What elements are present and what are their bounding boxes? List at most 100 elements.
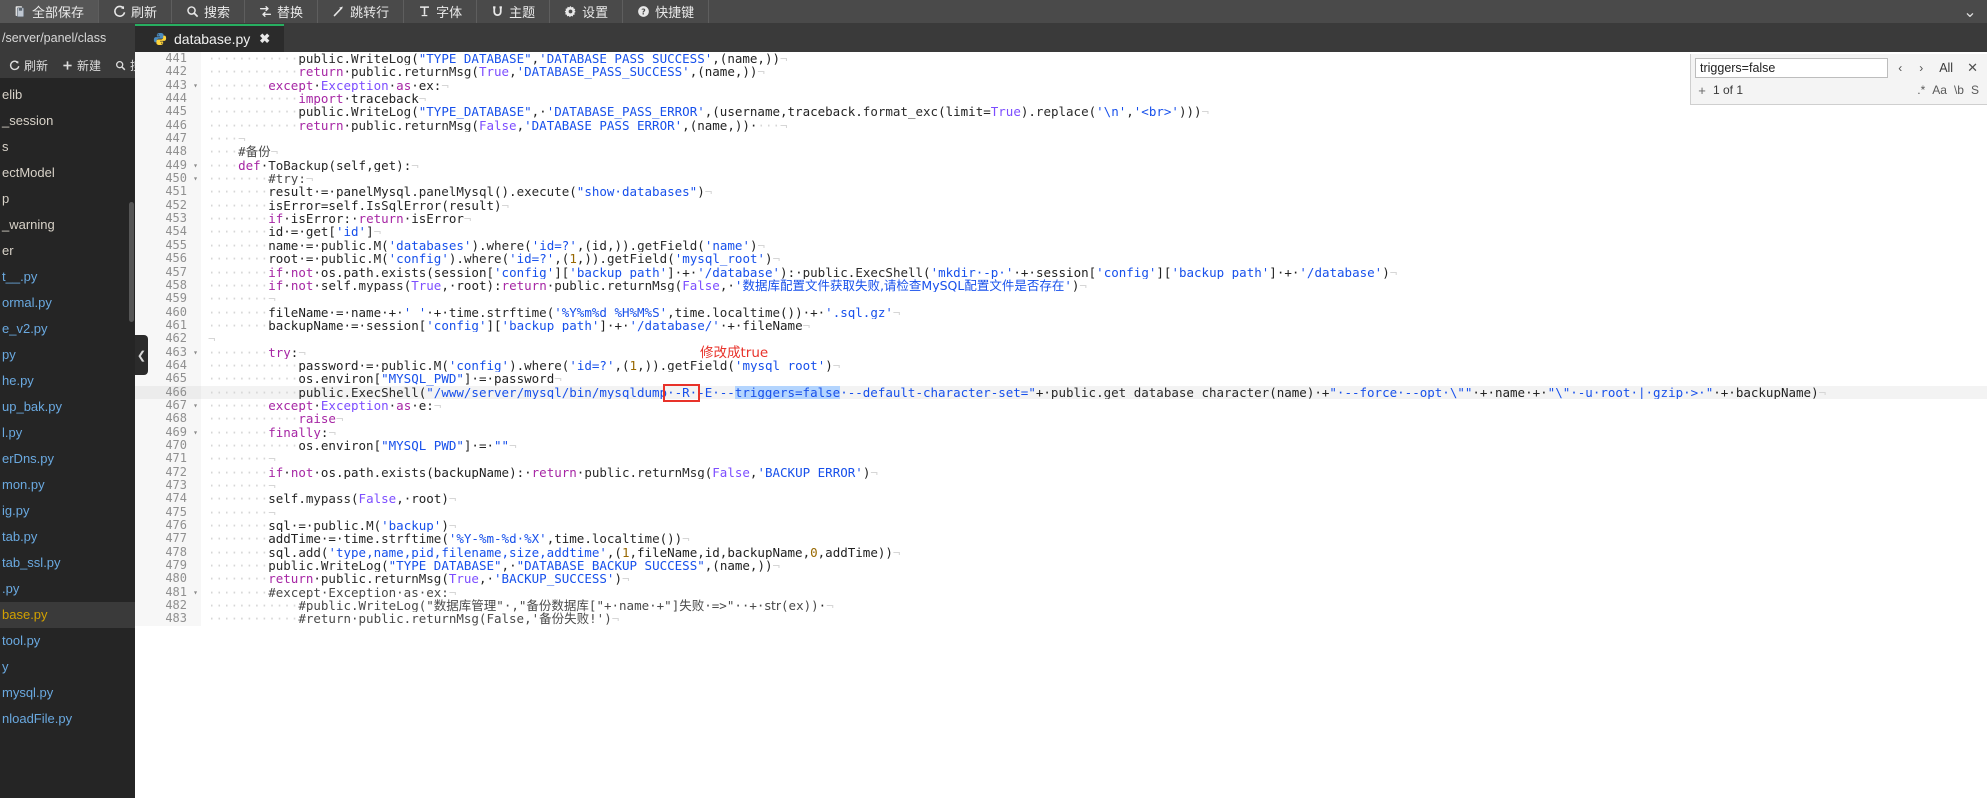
code-text[interactable]: ········id·=·get['id']¬ [201,225,1987,238]
code-text[interactable]: ········self.mypass(False,·root)¬ [201,492,1987,505]
code-line[interactable]: 470 ············os.environ["MYSQL_PWD"]·=… [135,438,1987,453]
code-line[interactable]: 445 ············public.WriteLog("TYPE_DAT… [135,105,1987,119]
code-text[interactable]: ····¬ [201,132,1987,145]
code-line[interactable]: 464 ············password·=·public.M('conf… [135,358,1987,373]
close-icon[interactable]: ✕ [1962,60,1983,76]
file-list-item[interactable]: _warning [0,212,135,238]
code-text[interactable]: ········if·isError:·return·isError¬ [201,212,1987,225]
code-text[interactable]: ········public.WriteLog("TYPE_DATABASE",… [201,559,1987,572]
code-text[interactable]: ········except·Exception·as·e:¬ [201,399,1987,412]
toolbar-item-shortcuts[interactable]: ? 快捷键 [623,0,710,23]
code-line[interactable]: 467 ▾ ········except·Exception·as·e:¬ [135,398,1987,413]
file-list-item[interactable]: nloadFile.py [0,706,135,732]
code-text[interactable]: ········sql.add('type,name,pid,filename,… [201,546,1987,559]
file-list-item[interactable]: tab.py [0,524,135,550]
code-text[interactable]: ········backupName·=·session['config']['… [201,319,1987,332]
code-line[interactable]: 466 ············public.ExecShell("/www/se… [135,385,1987,399]
match-case-flag[interactable]: Aa [1932,83,1947,97]
file-list-item[interactable]: ectModel [0,160,135,186]
code-text[interactable]: ············os.environ["MYSQL_PWD"]·=·pa… [201,372,1987,385]
code-text[interactable]: ············password·=·public.M('config'… [201,359,1987,372]
search-all-button[interactable]: All [1933,61,1959,75]
toolbar-item-refresh[interactable]: 刷新 [99,0,173,23]
code-line[interactable]: 474 ········self.mypass(False,·root)¬ [135,491,1987,506]
file-list-item[interactable]: e_v2.py [0,316,135,342]
file-list-item[interactable]: y [0,654,135,680]
code-line[interactable]: 471 ········¬ [135,451,1987,466]
code-line[interactable]: 458 ········if·not·self.mypass(True,·root… [135,278,1987,293]
chevron-down-icon[interactable]: ⌄ [1953,0,1987,23]
code-text[interactable]: ········name·=·public.M('databases').whe… [201,239,1987,252]
code-text[interactable]: ········#except·Exception·as·ex:¬ [201,586,1987,599]
file-list-item[interactable]: mon.py [0,472,135,498]
file-list-item[interactable]: er [0,238,135,264]
file-list-item[interactable]: ormal.py [0,290,135,316]
code-line[interactable]: 450 ▾ ········#try:¬ [135,171,1987,186]
toolbar-item-save-all[interactable]: 全部保存 [0,0,100,23]
code-text[interactable]: ········isError=self.IsSqlError(result)¬ [201,199,1987,212]
toolbar-item-replace[interactable]: 替换 [245,0,319,23]
file-list-item[interactable]: base.py [0,602,135,628]
tab-database-py[interactable]: database.py ✖ [135,24,285,52]
sidebar-refresh-button[interactable]: 刷新 [2,57,55,74]
file-list-item[interactable]: s [0,134,135,160]
file-list-item[interactable]: erDns.py [0,446,135,472]
regex-flag[interactable]: .* [1917,83,1925,97]
fold-toggle-icon[interactable]: ▾ [190,78,201,93]
file-list-item[interactable]: tab_ssl.py [0,550,135,576]
file-list-item[interactable]: he.py [0,368,135,394]
code-line[interactable]: 461 ········backupName·=·session['config'… [135,318,1987,333]
code-line[interactable]: 479 ········public.WriteLog("TYPE_DATABAS… [135,558,1987,573]
toolbar-item-theme[interactable]: 主题 [477,0,551,23]
code-line[interactable]: 460 ········fileName·=·name·+·'_'·+·time.… [135,305,1987,319]
code-line[interactable]: 451 ········result·=·panelMysql.panelMysq… [135,185,1987,199]
code-text[interactable]: ········root·=·public.M('config').where(… [201,252,1987,265]
fold-toggle-icon[interactable]: ▾ [190,345,201,359]
search-prev-button[interactable]: ‹ [1891,58,1909,78]
fold-toggle-icon[interactable]: ▾ [190,398,201,413]
fold-toggle-icon[interactable]: ▾ [190,585,201,600]
code-line[interactable]: 456 ········root·=·public.M('config').whe… [135,251,1987,266]
expand-replace-icon[interactable]: + [1695,83,1709,98]
whole-word-flag[interactable]: \b [1954,83,1964,97]
file-list-item[interactable]: up_bak.py [0,394,135,420]
toolbar-item-font[interactable]: 字体 [404,0,478,23]
code-text[interactable]: ········addTime·=·time.strftime('%Y-%m-%… [201,532,1987,545]
code-line[interactable]: 448 ····#备份¬ [135,145,1987,159]
code-lines[interactable]: 441 ············public.WriteLog("TYPE_DAT… [135,52,1987,798]
toolbar-item-settings[interactable]: 设置 [550,0,624,23]
code-line[interactable]: 468 ············raise¬ [135,411,1987,426]
code-text[interactable]: ········finally:¬ [201,426,1987,439]
toolbar-item-goto-line[interactable]: 跳转行 [318,0,405,23]
code-text[interactable]: ········¬ [201,506,1987,519]
code-line[interactable]: 472 ········if·not·os.path.exists(backupN… [135,465,1987,479]
code-text[interactable]: ········result·=·panelMysql.panelMysql()… [201,185,1987,198]
code-text[interactable]: ¬ [201,332,1987,345]
code-text[interactable]: ········if·not·os.path.exists(backupName… [201,466,1987,479]
code-line[interactable]: 454 ········id·=·get['id']¬ [135,225,1987,239]
code-line[interactable]: 446 ············return·public.returnMsg(F… [135,118,1987,133]
code-text[interactable]: ············os.environ["MYSQL_PWD"]·=·""… [201,439,1987,452]
sidebar-collapse-handle[interactable]: ❮ [135,335,148,375]
code-line[interactable]: 449 ▾ ····def·ToBackup(self,get):¬ [135,158,1987,173]
code-line[interactable]: 455 ········name·=·public.M('databases').… [135,238,1987,253]
code-editor[interactable]: 441 ············public.WriteLog("TYPE_DAT… [135,52,1987,798]
code-line[interactable]: 480 ········return·public.returnMsg(True,… [135,572,1987,586]
code-text[interactable]: ········¬ [201,479,1987,492]
code-line[interactable]: 475 ········¬ [135,505,1987,520]
code-line[interactable]: 482 ············#public.WriteLog("数据库管理"·… [135,598,1987,613]
code-line[interactable]: 459 ········¬ [135,291,1987,306]
code-line[interactable]: 462 ¬ [135,331,1987,346]
code-text[interactable]: ········try:¬ [201,346,1987,359]
code-line[interactable]: 447 ····¬ [135,131,1987,146]
file-list-item[interactable]: _session [0,108,135,134]
file-list-item[interactable]: p [0,186,135,212]
code-text[interactable]: ············return·public.returnMsg(Fals… [201,119,1987,132]
file-list-item[interactable]: elib [0,82,135,108]
code-line[interactable]: 463 ▾ ········try:¬ [135,345,1987,359]
file-list-item[interactable]: .py [0,576,135,602]
code-text[interactable]: ········if·not·os.path.exists(session['c… [201,266,1987,279]
fold-toggle-icon[interactable]: ▾ [190,425,201,439]
fold-toggle-icon[interactable]: ▾ [190,158,201,173]
code-line[interactable]: 469 ▾ ········finally:¬ [135,425,1987,439]
